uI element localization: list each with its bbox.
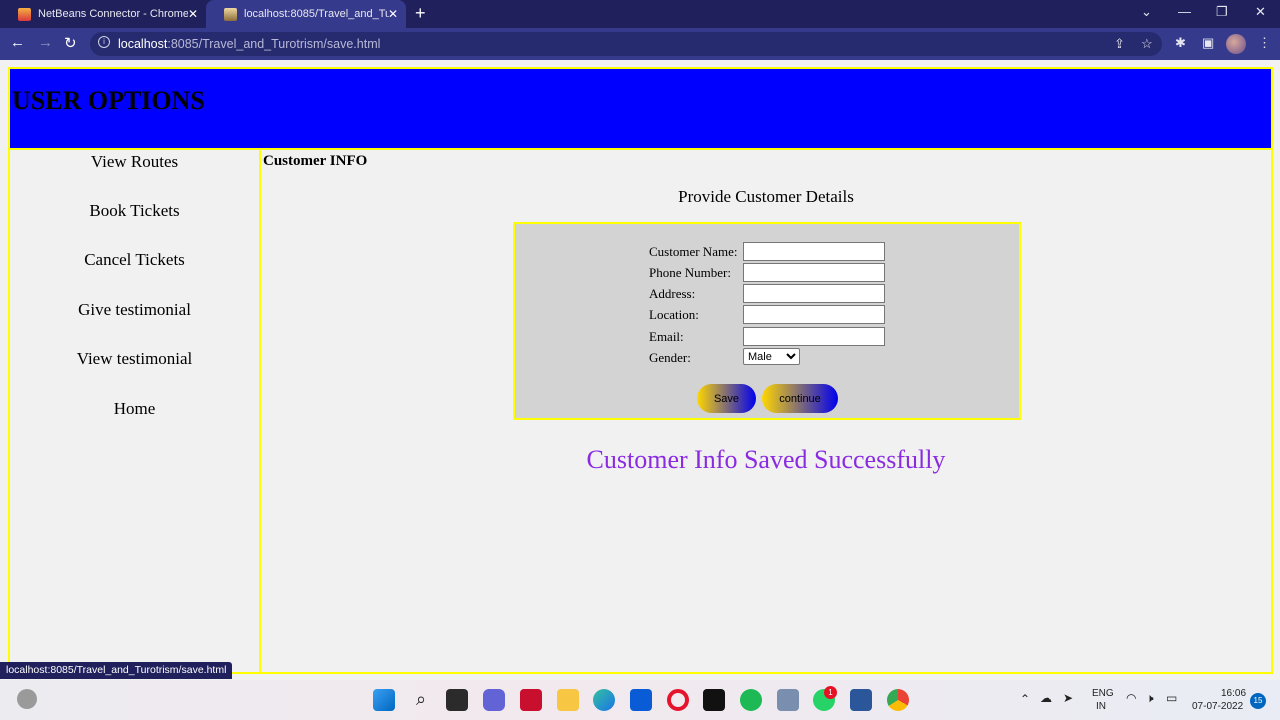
edge-icon[interactable] <box>593 689 615 711</box>
customer-form: Customer Name: Phone Number: Address: Lo… <box>513 222 1021 420</box>
opera-icon[interactable] <box>667 689 689 711</box>
extensions-puzzle-icon[interactable]: ✱ <box>1175 35 1186 51</box>
tab-title: localhost:8085/Travel_and_Turotr <box>244 8 389 20</box>
close-tab-icon[interactable]: ✕ <box>388 7 398 21</box>
tab-title: NetBeans Connector - Chrome W <box>38 8 188 20</box>
success-message: Customer Info Saved Successfully <box>586 445 946 474</box>
windows-start-icon[interactable] <box>373 689 395 711</box>
task-view-icon[interactable] <box>446 689 468 711</box>
location-input[interactable] <box>743 305 885 324</box>
sidebar-item-view-testimonial[interactable]: View testimonial <box>10 349 259 369</box>
email-input[interactable] <box>743 327 885 346</box>
sidebar-item-book-tickets[interactable]: Book Tickets <box>10 201 259 221</box>
forward-icon[interactable]: → <box>38 34 53 51</box>
main-content: Customer INFO Provide Customer Details C… <box>259 150 1273 674</box>
battery-icon[interactable]: ▭ <box>1166 691 1177 705</box>
close-tab-icon[interactable]: ✕ <box>188 7 198 21</box>
reload-icon[interactable]: ↻ <box>64 34 77 52</box>
profile-avatar[interactable] <box>1226 34 1246 54</box>
url-path: :8085/Travel_and_Turotrism/save.html <box>167 37 381 51</box>
customer-name-input[interactable] <box>743 242 885 261</box>
bookmark-star-icon[interactable]: ☆ <box>1141 36 1153 52</box>
notification-count-badge[interactable]: 15 <box>1250 693 1266 709</box>
netbeans-favicon-icon <box>18 7 31 21</box>
content-title: Customer INFO <box>263 153 368 169</box>
site-favicon-icon <box>224 7 237 21</box>
form-row-location: Location: <box>649 305 909 324</box>
form-row-email: Email: <box>649 327 909 346</box>
phone-number-label: Phone Number: <box>649 265 731 280</box>
form-row-phone-number: Phone Number: <box>649 263 909 282</box>
page-header: USER OPTIONS <box>8 67 1273 150</box>
menu-kebab-icon[interactable]: ⋮ <box>1258 35 1271 51</box>
wifi-icon[interactable]: ◠ <box>1126 691 1136 705</box>
url-text: localhost:8085/Travel_and_Turotrism/save… <box>118 37 380 51</box>
virtualbox-icon[interactable] <box>777 689 799 711</box>
page-title: USER OPTIONS <box>12 86 205 115</box>
share-icon[interactable]: ⇪ <box>1114 36 1125 52</box>
spotify-icon[interactable] <box>740 689 762 711</box>
location-label: Location: <box>649 307 699 322</box>
minimize-icon[interactable]: — <box>1178 4 1191 19</box>
volume-muted-icon[interactable]: 🕨 <box>1146 691 1154 706</box>
tray-chevron-up-icon[interactable]: ⌃ <box>1020 692 1030 706</box>
close-window-icon[interactable]: ✕ <box>1255 4 1266 20</box>
chrome-icon[interactable] <box>887 689 909 711</box>
region-code[interactable]: IN <box>1096 701 1106 712</box>
form-heading: Provide Customer Details <box>678 187 854 206</box>
address-bar[interactable]: i localhost:8085/Travel_and_Turotrism/sa… <box>90 32 1162 56</box>
sidebar-item-view-routes[interactable]: View Routes <box>10 152 259 172</box>
word-icon[interactable] <box>850 689 872 711</box>
customer-name-label: Customer Name: <box>649 244 738 259</box>
phone-number-input[interactable] <box>743 263 885 282</box>
gender-select[interactable]: Male <box>743 348 800 365</box>
tab-search-chevron-icon[interactable]: ⌄ <box>1141 4 1152 20</box>
address-input[interactable] <box>743 284 885 303</box>
mcafee-icon[interactable] <box>520 689 542 711</box>
tab-netbeans-connector[interactable]: NetBeans Connector - Chrome W ✕ <box>0 0 206 28</box>
address-label: Address: <box>649 286 696 301</box>
sidebar-nav: View Routes Book Tickets Cancel Tickets … <box>8 150 261 674</box>
clock-date[interactable]: 07-07-2022 <box>1192 701 1243 712</box>
web-page: USER OPTIONS View Routes Book Tickets Ca… <box>0 60 1280 680</box>
location-arrow-icon[interactable]: ➤ <box>1063 691 1073 705</box>
tab-localhost[interactable]: localhost:8085/Travel_and_Turotr ✕ <box>206 0 406 28</box>
form-row-address: Address: <box>649 284 909 303</box>
ms-store-icon[interactable] <box>630 689 652 711</box>
sidebar-item-give-testimonial[interactable]: Give testimonial <box>10 300 259 320</box>
widgets-icon[interactable] <box>17 689 37 709</box>
whatsapp-badge: 1 <box>824 686 837 699</box>
teams-chat-icon[interactable] <box>483 689 505 711</box>
file-explorer-icon[interactable] <box>557 689 579 711</box>
sidebar-item-home[interactable]: Home <box>10 399 259 419</box>
browser-toolbar: ← → ↻ i localhost:8085/Travel_and_Turotr… <box>0 28 1280 60</box>
terminal-icon[interactable] <box>703 689 725 711</box>
url-host: localhost <box>118 37 168 51</box>
email-label: Email: <box>649 329 684 344</box>
sidebar-item-cancel-tickets[interactable]: Cancel Tickets <box>10 250 259 270</box>
browser-tabbar: NetBeans Connector - Chrome W ✕ localhos… <box>0 0 1280 28</box>
new-tab-icon[interactable]: + <box>415 3 426 24</box>
gender-label: Gender: <box>649 350 691 365</box>
clock-time[interactable]: 16:06 <box>1221 688 1246 699</box>
form-row-customer-name: Customer Name: <box>649 242 909 261</box>
restore-icon[interactable]: ❐ <box>1216 4 1228 20</box>
link-status-bar: localhost:8085/Travel_and_Turotrism/save… <box>0 662 233 679</box>
save-button[interactable]: Save <box>697 384 756 413</box>
continue-button[interactable]: continue <box>762 384 838 413</box>
onedrive-cloud-icon[interactable]: ☁ <box>1040 691 1052 705</box>
side-panel-icon[interactable]: ▣ <box>1202 35 1214 51</box>
search-icon[interactable]: ⌕ <box>410 689 432 711</box>
form-row-gender: Gender: Male <box>649 348 909 367</box>
language-code[interactable]: ENG <box>1092 688 1114 699</box>
site-info-icon[interactable]: i <box>98 36 110 48</box>
windows-taskbar: ⌕ 1 ⌃ ☁ ➤ ENG IN ◠ 🕨 ▭ 16:06 07-07-2022 … <box>0 680 1280 720</box>
back-icon[interactable]: ← <box>10 34 25 51</box>
